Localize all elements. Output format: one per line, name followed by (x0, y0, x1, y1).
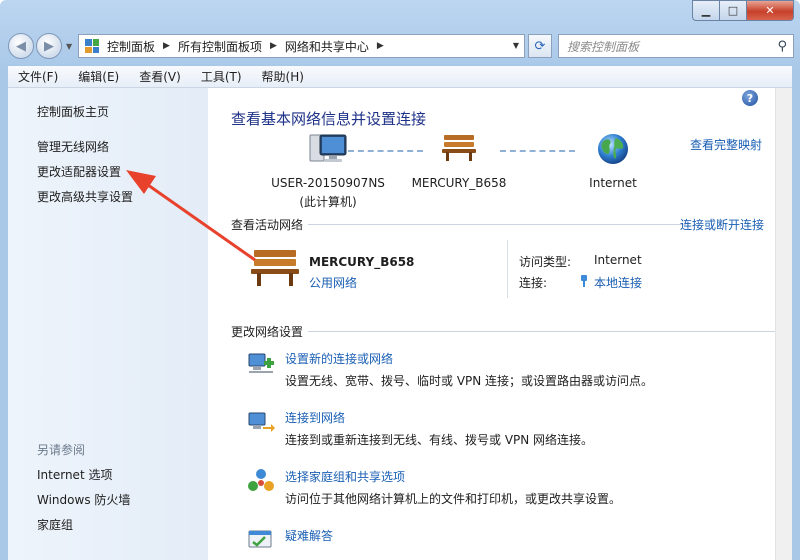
divider (507, 240, 508, 298)
setup-connection-desc: 设置无线、宽带、拨号、临时或 VPN 连接；或设置路由器或访问点。 (285, 374, 654, 388)
breadcrumb-all-items[interactable]: 所有控制面板项 (178, 38, 262, 55)
recent-pages-dropdown[interactable]: ▼ (66, 42, 72, 51)
connect-network-link[interactable]: 连接到网络 (285, 409, 593, 426)
content-area: 控制面板主页 管理无线网络 更改适配器设置 更改高级共享设置 另请参阅 Inte… (8, 88, 792, 560)
navigation-bar: ◀ ▶ ▼ 控制面板 ▶ 所有控制面板项 ▶ 网络和共享中心 ▶ ▼ ⟳ 搜索控… (8, 31, 794, 61)
minimize-button[interactable]: ▁ (692, 0, 720, 21)
main-panel: ? 查看基本网络信息并设置连接 查看完整映射 USER-20150907NS (… (208, 88, 776, 560)
task-troubleshoot: 疑难解答 (248, 527, 333, 548)
map-network-name: MERCURY_B658 (411, 176, 507, 190)
minimize-icon: ▁ (701, 4, 711, 17)
task-connect-network: 连接到网络 连接到或重新连接到无线、有线、拨号或 VPN 网络连接。 (248, 409, 594, 448)
breadcrumb-network-center[interactable]: 网络和共享中心 (285, 38, 369, 55)
sidebar-item-change-adapter[interactable]: 更改适配器设置 (37, 163, 121, 180)
troubleshoot-link[interactable]: 疑难解答 (285, 527, 333, 544)
menu-tools[interactable]: 工具(T) (191, 68, 252, 85)
task-setup-connection: 设置新的连接或网络 设置无线、宽带、拨号、临时或 VPN 连接；或设置路由器或访… (248, 350, 654, 389)
task-homegroup-sharing: 选择家庭组和共享选项 访问位于其他网络计算机上的文件和打印机，或更改共享设置。 (248, 468, 622, 507)
menu-file[interactable]: 文件(F) (8, 68, 68, 85)
network-location-link[interactable]: 公用网络 (309, 274, 357, 291)
change-settings-heading: 更改网络设置 (231, 325, 304, 339)
setup-connection-icon (248, 353, 274, 373)
help-icon: ? (746, 91, 754, 105)
maximize-icon: □ (727, 4, 739, 17)
help-button[interactable]: ? (742, 90, 758, 106)
setup-connection-link[interactable]: 设置新的连接或网络 (285, 350, 653, 367)
back-button[interactable]: ◀ (8, 33, 34, 59)
map-link-line (500, 150, 575, 152)
connect-disconnect-link[interactable]: 连接或断开连接 (680, 216, 764, 233)
homegroup-sharing-desc: 访问位于其他网络计算机上的文件和打印机，或更改共享设置。 (285, 492, 622, 506)
breadcrumb-separator-icon[interactable]: ▶ (377, 41, 384, 51)
access-type-label: 访问类型: (519, 255, 572, 269)
control-panel-icon (85, 39, 99, 53)
connect-network-desc: 连接到或重新连接到无线、有线、拨号或 VPN 网络连接。 (285, 433, 594, 447)
refresh-icon: ⟳ (534, 38, 546, 54)
map-internet-label: Internet (589, 176, 637, 190)
network-bench-icon (251, 250, 299, 286)
map-node-computer: USER-20150907NS (此计算机) (258, 132, 398, 210)
divider (308, 224, 686, 225)
sidebar-item-manage-wireless[interactable]: 管理无线网络 (37, 138, 109, 155)
divider (308, 331, 776, 332)
forward-button[interactable]: ▶ (36, 33, 62, 59)
breadcrumb: 控制面板 ▶ 所有控制面板项 ▶ 网络和共享中心 ▶ (107, 38, 392, 55)
sidebar-item-advanced-sharing[interactable]: 更改高级共享设置 (37, 188, 133, 205)
menu-view[interactable]: 查看(V) (129, 68, 191, 85)
menu-edit[interactable]: 编辑(E) (68, 68, 129, 85)
troubleshoot-icon (248, 530, 272, 548)
sidebar-item-internet-options[interactable]: Internet 选项 (37, 466, 112, 483)
sidebar-item-homegroup[interactable]: 家庭组 (37, 516, 73, 533)
close-icon: ✕ (765, 4, 775, 17)
computer-icon (309, 134, 347, 162)
sidebar-item-windows-firewall[interactable]: Windows 防火墙 (37, 491, 130, 508)
globe-icon (598, 134, 628, 164)
active-network-name: MERCURY_B658 (309, 255, 415, 269)
connection-label: 连接: (519, 276, 548, 290)
sidebar-control-panel-home[interactable]: 控制面板主页 (37, 103, 109, 120)
local-connection-icon (581, 275, 587, 287)
search-icon[interactable]: ⚲ (777, 39, 793, 54)
map-node-network[interactable]: MERCURY_B658 (404, 132, 514, 190)
address-dropdown-icon[interactable]: ▼ (508, 35, 524, 55)
close-button[interactable]: ✕ (747, 0, 794, 21)
caption-buttons: ▁ □ ✕ (692, 0, 794, 21)
sidebar: 控制面板主页 管理无线网络 更改适配器设置 更改高级共享设置 另请参阅 Inte… (8, 88, 208, 560)
access-type-value: Internet (594, 253, 642, 267)
breadcrumb-control-panel[interactable]: 控制面板 (107, 38, 155, 55)
network-bench-icon (442, 135, 476, 161)
page-title: 查看基本网络信息并设置连接 (231, 110, 427, 128)
computer-name: USER-20150907NS (271, 176, 385, 190)
menu-bar: 文件(F) 编辑(E) 查看(V) 工具(T) 帮助(H) (8, 66, 792, 88)
maximize-button[interactable]: □ (720, 0, 747, 21)
forward-arrow-icon: ▶ (44, 38, 54, 54)
homegroup-sharing-link[interactable]: 选择家庭组和共享选项 (285, 468, 621, 485)
breadcrumb-separator-icon[interactable]: ▶ (270, 41, 277, 51)
local-connection-link[interactable]: 本地连接 (594, 274, 642, 291)
menu-help[interactable]: 帮助(H) (252, 68, 314, 85)
breadcrumb-separator-icon[interactable]: ▶ (163, 41, 170, 51)
view-full-map-link[interactable]: 查看完整映射 (690, 136, 762, 153)
homegroup-icon (248, 469, 274, 491)
back-arrow-icon: ◀ (16, 38, 26, 54)
window: ▁ □ ✕ ◀ ▶ ▼ 控制面板 ▶ 所有控制面板项 ▶ 网络和共享中心 ▶ ▼… (0, 0, 800, 560)
connect-network-icon (248, 412, 275, 432)
see-also-heading: 另请参阅 (37, 443, 86, 457)
computer-label: (此计算机) (299, 195, 357, 209)
vertical-scrollbar[interactable] (775, 88, 792, 560)
refresh-button[interactable]: ⟳ (528, 34, 552, 58)
map-node-internet[interactable]: Internet (568, 132, 658, 190)
search-box[interactable]: 搜索控制面板 ⚲ (558, 34, 794, 58)
search-input[interactable]: 搜索控制面板 (559, 38, 777, 55)
active-networks-heading: 查看活动网络 (231, 218, 304, 232)
address-bar[interactable]: 控制面板 ▶ 所有控制面板项 ▶ 网络和共享中心 ▶ ▼ (78, 34, 525, 58)
